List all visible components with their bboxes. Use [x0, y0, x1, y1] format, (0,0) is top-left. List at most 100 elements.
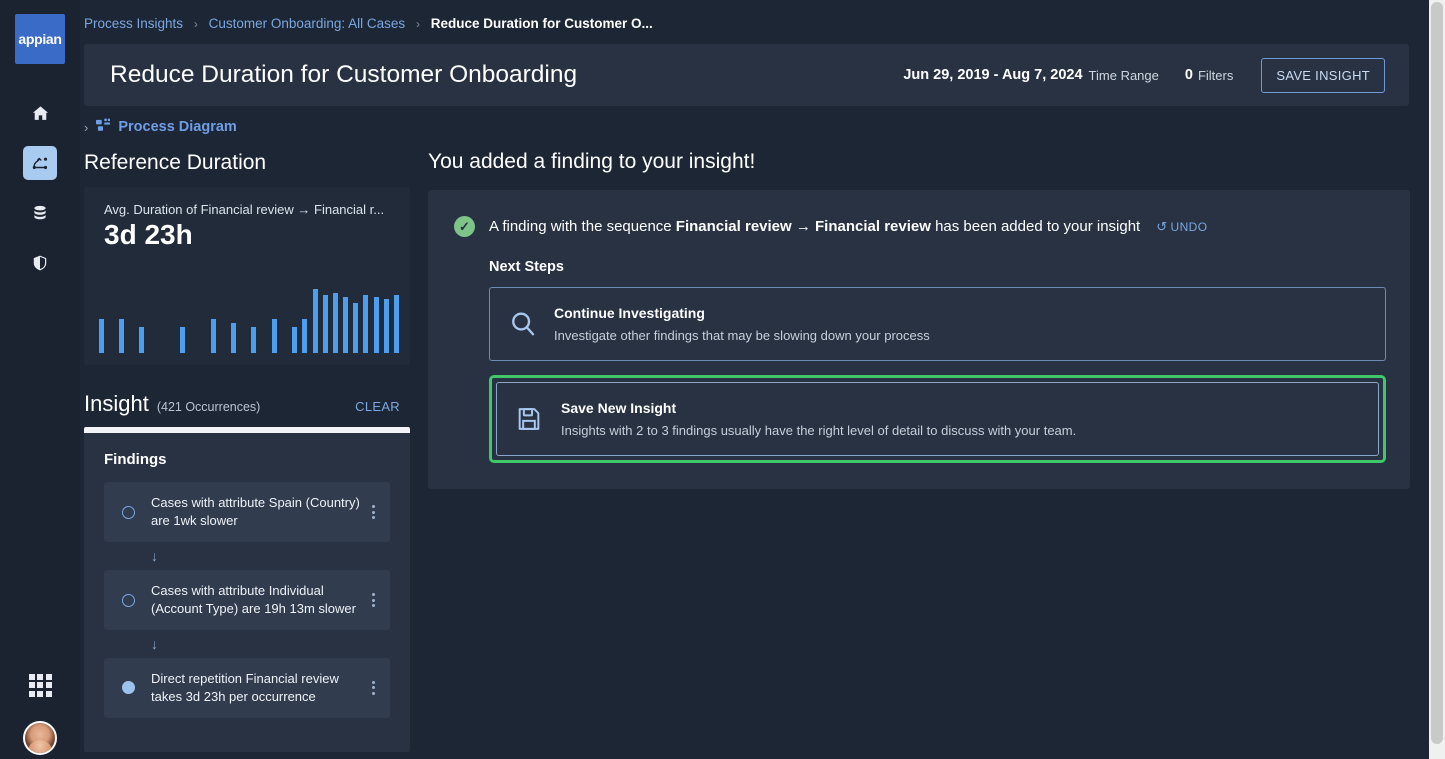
sparkline-bar	[210, 319, 216, 354]
breadcrumb-item-1[interactable]: Customer Onboarding: All Cases	[209, 16, 406, 31]
breadcrumb-item-2: Reduce Duration for Customer O...	[430, 16, 653, 31]
sparkline-bar	[302, 319, 308, 354]
reference-duration-metric-label: Avg. Duration of Financial review → Fina…	[104, 202, 385, 218]
sparkline-bar-slot	[218, 285, 228, 353]
finding-row[interactable]: Direct repetition Financial review takes…	[104, 657, 390, 718]
finding-status-dot-icon	[122, 505, 135, 519]
sparkline-bar-slot	[279, 285, 289, 353]
sparkline-bar	[98, 319, 104, 354]
filters-count[interactable]: 0	[1185, 67, 1193, 83]
next-step-save-new-insight[interactable]: Save New Insight Insights with 2 to 3 fi…	[496, 382, 1379, 456]
duration-sparkline-chart	[96, 285, 404, 354]
time-range-label: Time Range	[1088, 67, 1159, 83]
finding-more-options-icon[interactable]	[364, 505, 382, 520]
left-nav-rail: appian	[0, 0, 80, 759]
next-step-continue-investigating[interactable]: Continue Investigating Investigate other…	[489, 287, 1386, 361]
sparkline-bar-slot	[147, 285, 157, 353]
finding-row[interactable]: Cases with attribute Individual (Account…	[104, 570, 390, 630]
success-message-sequence: Financial review → Financial review	[675, 218, 931, 235]
next-step-description: Insights with 2 to 3 findings usually ha…	[561, 423, 1077, 438]
sparkline-bar	[332, 293, 338, 354]
sparkline-bar-slot	[341, 285, 351, 354]
sparkline-bar-slot	[259, 285, 269, 353]
sparkline-bar-slot	[361, 285, 371, 354]
breadcrumb: Process Insights › Customer Onboarding: …	[84, 16, 653, 31]
sparkline-bar-slot	[351, 285, 361, 354]
process-insights-icon	[30, 153, 50, 173]
undo-arrow-icon: ↺	[1156, 218, 1168, 234]
sparkline-bar	[118, 319, 124, 354]
finding-status-dot-icon	[122, 593, 135, 607]
sidebar-item-process-insights[interactable]	[23, 146, 57, 180]
sparkline-bar	[292, 327, 298, 354]
save-insight-button[interactable]: SAVE INSIGHT	[1261, 57, 1385, 93]
finding-text: Cases with attribute Individual (Account…	[151, 583, 356, 616]
next-step-body: Continue Investigating Investigate other…	[554, 305, 1367, 343]
appian-logo[interactable]: appian	[15, 14, 65, 64]
page-header-card: Reduce Duration for Customer Onboarding …	[84, 44, 1409, 106]
reference-duration-title: Reference Duration	[84, 151, 267, 174]
search-icon	[508, 309, 554, 339]
filters-label: Filters	[1197, 67, 1234, 83]
sparkline-bar-slot	[127, 285, 137, 353]
chevron-right-icon: ›	[84, 119, 89, 135]
findings-title: Findings	[104, 451, 167, 469]
page-title: Reduce Duration for Customer Onboarding	[110, 61, 578, 88]
sparkline-bar-slot	[208, 285, 218, 354]
sparkline-bar-slot	[310, 285, 320, 354]
success-message: A finding with the sequence Financial re…	[489, 218, 1140, 235]
sparkline-bar	[312, 289, 318, 354]
appian-logo-text: appian	[18, 31, 62, 47]
next-step-body: Save New Insight Insights with 2 to 3 fi…	[561, 400, 1360, 438]
sparkline-bar-slot	[371, 285, 381, 354]
sparkline-bar	[180, 327, 186, 354]
header-controls: Jun 29, 2019 - Aug 7, 2024 Time Range 0 …	[903, 57, 1385, 93]
sparkline-bar-slot	[320, 285, 330, 354]
sidebar-item-home[interactable]	[23, 96, 57, 130]
user-avatar[interactable]	[23, 721, 57, 755]
apps-grid-icon	[28, 673, 52, 697]
sparkline-bar-slot	[269, 285, 279, 354]
app-root: appian Process Insights › Customer Onboa…	[0, 0, 1445, 759]
finding-more-options-icon[interactable]	[364, 593, 382, 607]
sparkline-bar-slot	[239, 285, 249, 353]
finding-more-options-icon[interactable]	[364, 680, 382, 695]
success-message-row: ✓ A finding with the sequence Financial …	[454, 216, 1386, 237]
sparkline-bar-slot	[198, 285, 208, 353]
sparkline-bar	[271, 319, 277, 354]
main-column: You added a finding to your insight! ✓ A…	[428, 150, 1413, 489]
process-diagram-label: Process Diagram	[118, 119, 237, 135]
sparkline-bar	[383, 299, 389, 354]
finding-text: Direct repetition Financial review takes…	[151, 670, 339, 704]
content-area: Process Insights › Customer Onboarding: …	[80, 0, 1429, 759]
sparkline-bar-slot	[178, 285, 188, 354]
breadcrumb-item-0[interactable]: Process Insights	[84, 16, 183, 31]
page-scrollbar-thumb[interactable]	[1431, 2, 1443, 744]
success-message-prefix: A finding with the sequence	[489, 218, 676, 235]
sparkline-bar-slot	[330, 285, 340, 354]
sparkline-bar	[139, 327, 145, 354]
sparkline-bar	[251, 327, 257, 354]
next-steps-list: Continue Investigating Investigate other…	[489, 287, 1386, 463]
insight-header: Insight (421 Occurrences) CLEAR	[84, 391, 414, 417]
database-icon	[31, 204, 49, 222]
sparkline-bar	[394, 295, 400, 354]
apps-grid-button[interactable]	[23, 668, 57, 702]
undo-button[interactable]: ↺ UNDO	[1156, 219, 1207, 235]
next-steps-card: ✓ A finding with the sequence Financial …	[428, 190, 1410, 489]
sidebar-item-data[interactable]	[23, 196, 57, 230]
time-range-value[interactable]: Jun 29, 2019 - Aug 7, 2024	[903, 67, 1082, 83]
finding-row[interactable]: Cases with attribute Spain (Country) are…	[104, 482, 390, 543]
sparkline-bar	[363, 295, 369, 354]
sparkline-bar-slot	[96, 285, 106, 354]
sidebar-item-security[interactable]	[23, 246, 57, 280]
sparkline-bar	[353, 303, 359, 354]
sparkline-bar-slot	[157, 285, 167, 353]
page-scrollbar-track[interactable]	[1429, 0, 1445, 759]
undo-label: UNDO	[1170, 219, 1208, 234]
main-heading: You added a finding to your insight!	[428, 150, 756, 173]
clear-insight-button[interactable]: CLEAR	[355, 399, 414, 414]
next-step-highlight-outline: Save New Insight Insights with 2 to 3 fi…	[489, 375, 1386, 463]
process-diagram-toggle[interactable]: › Process Diagram	[84, 118, 237, 136]
left-column: Reference Duration Avg. Duration of Fina…	[84, 150, 414, 753]
